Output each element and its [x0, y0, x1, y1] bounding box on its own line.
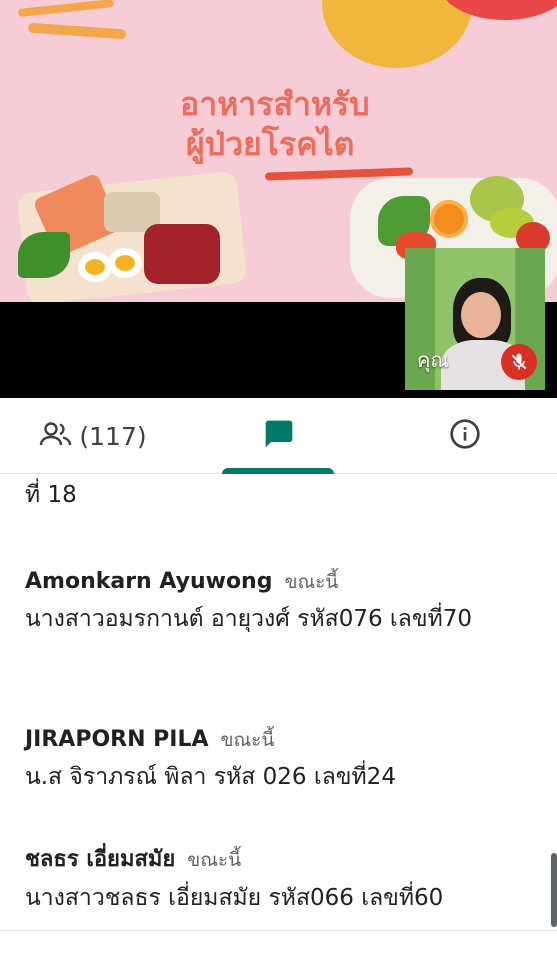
tab-people[interactable]: (117): [0, 398, 186, 474]
list-item: JIRAPORN PILA ขณะนี้ น.ส จิราภรณ์ พิลา ร…: [25, 725, 535, 797]
message-sender: Amonkarn Ayuwong: [25, 569, 273, 594]
chat-input-area[interactable]: [0, 930, 557, 960]
message-text: นางสาวอมรกานต์ อายุวงศ์ รหัส076 เลขที่70: [25, 606, 473, 632]
chat-icon: [263, 418, 295, 454]
list-item: ที่ 18: [25, 475, 535, 515]
meeting-tabs: (117): [0, 398, 557, 474]
info-icon: [449, 418, 481, 454]
slide-title-line1: อาหารสำหรับ: [180, 85, 370, 123]
slide-title: อาหารสำหรับ ผู้ป่วยโรคไต: [180, 84, 440, 164]
message-time: ขณะนี้: [284, 571, 339, 593]
decor-circle-yellow: [322, 0, 472, 68]
tab-chat[interactable]: [186, 398, 372, 474]
message-sender: JIRAPORN PILA: [25, 727, 209, 752]
mic-off-icon[interactable]: [501, 344, 537, 380]
self-view-name: คุณ: [417, 348, 449, 372]
message-text-tail: ที่ 18: [25, 482, 77, 508]
chat-message-list[interactable]: ที่ 18 Amonkarn Ayuwong ขณะนี้ นางสาวอมร…: [0, 475, 557, 930]
participant-count: (117): [79, 421, 147, 451]
self-view-tile[interactable]: คุณ: [405, 248, 545, 390]
message-text: น.ส จิราภรณ์ พิลา รหัส 026 เลขที่24: [25, 764, 396, 790]
people-icon: [39, 421, 73, 451]
decor-brush-stroke: [17, 0, 115, 17]
decor-brush-stroke: [27, 22, 127, 40]
tab-info[interactable]: [372, 398, 557, 474]
video-stage[interactable]: อาหารสำหรับ ผู้ป่วยโรคไต คุณ: [0, 0, 557, 398]
list-item: ชลธร เอี่ยมสมัย ขณะนี้ นางสาวชลธร เอี่ยม…: [25, 841, 535, 918]
message-sender: ชลธร เอี่ยมสมัย: [25, 847, 176, 872]
protein-food-image: [12, 170, 248, 302]
message-time: ขณะนี้: [220, 729, 275, 751]
list-item: Amonkarn Ayuwong ขณะนี้ นางสาวอมรกานต์ อ…: [25, 567, 535, 639]
chat-scrollbar[interactable]: [551, 853, 557, 927]
message-text: นางสาวชลธร เอี่ยมสมัย รหัส066 เลขที่60: [25, 885, 444, 911]
active-tab-indicator: [222, 468, 334, 474]
message-time: ขณะนี้: [187, 849, 242, 871]
slide-title-line2: ผู้ป่วยโรคไต: [186, 125, 355, 163]
